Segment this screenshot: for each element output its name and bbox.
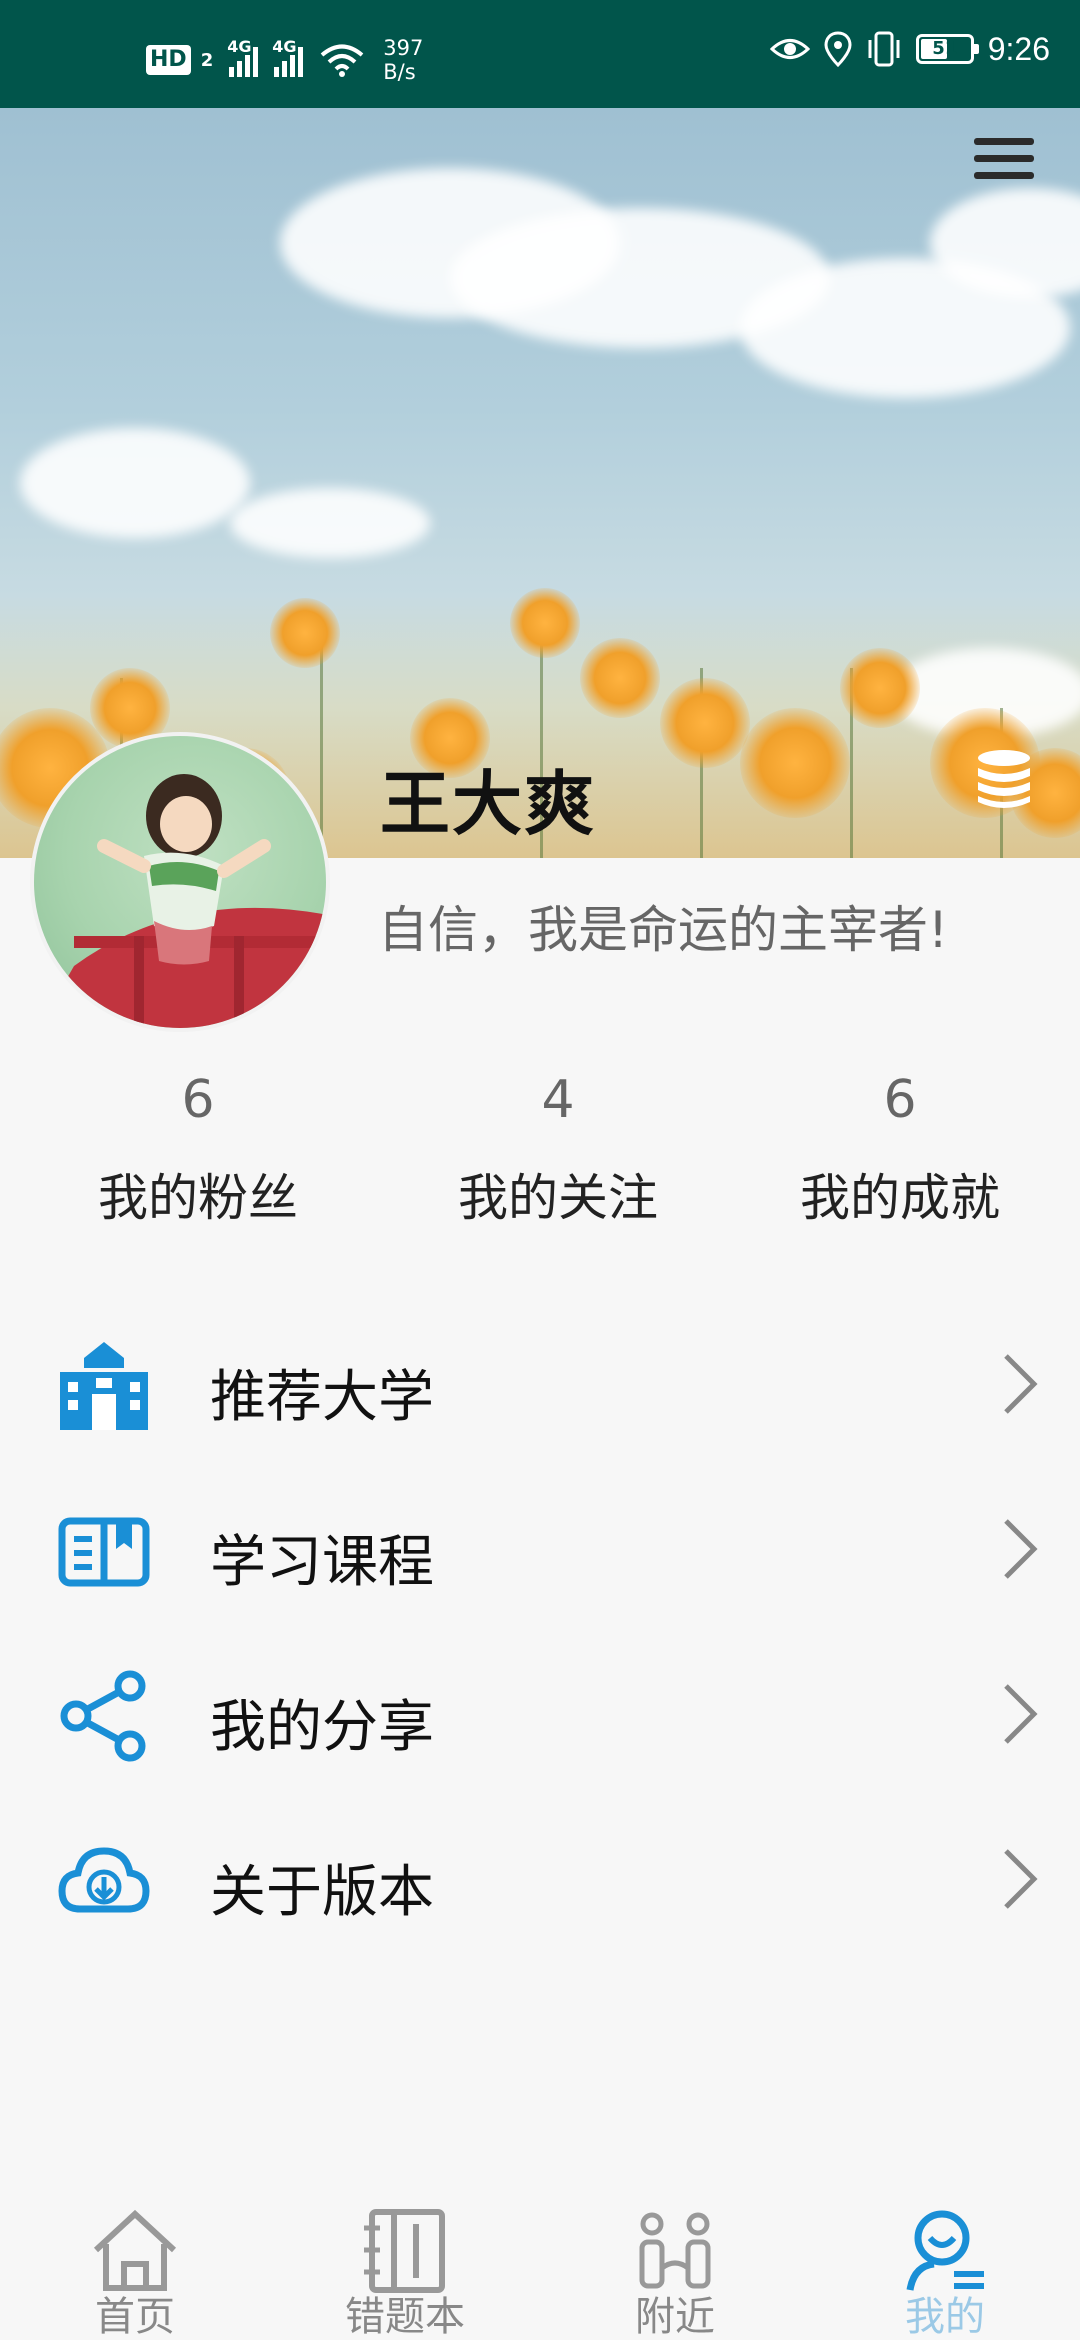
network-speed: 397 B/s: [383, 36, 423, 84]
menu-item-recommend-university[interactable]: 推荐大学: [0, 1300, 1080, 1465]
status-left-group: HD 2 4G 4G 397 B/s: [146, 36, 423, 84]
home-icon: [93, 2209, 177, 2291]
stat-label: 我的粉丝: [98, 1169, 298, 1227]
book-icon: [58, 1517, 150, 1587]
stats-row: 6 我的粉丝 4 我的关注 6 我的成就: [0, 1070, 1080, 1250]
stat-achievements[interactable]: 6 我的成就: [720, 1070, 1080, 1230]
stat-value: 6: [883, 1070, 917, 1130]
nav-mistake-notebook[interactable]: 错题本: [270, 2180, 540, 2340]
network-type-label: 4G: [227, 37, 252, 56]
menu-item-label: 我的分享: [210, 1695, 434, 1760]
user-signature: 自信，我是命运的主宰者!: [378, 901, 949, 959]
notebook-icon: [364, 2209, 445, 2293]
vibrate-icon: [868, 31, 900, 67]
share-icon: [60, 1670, 146, 1762]
battery-icon: 51: [915, 34, 979, 64]
menu-item-label: 推荐大学: [210, 1365, 434, 1430]
network-speed-value: 397: [383, 36, 424, 60]
chevron-right-icon: [1004, 1849, 1038, 1909]
status-bar: HD 2 4G 4G 397 B/s 51 9:26: [0, 0, 1080, 108]
clock: 9:26: [987, 30, 1050, 67]
menu-item-about-version[interactable]: 关于版本: [0, 1795, 1080, 1960]
hamburger-menu-icon[interactable]: [974, 138, 1034, 186]
nav-label: 首页: [95, 2294, 175, 2340]
network-speed-unit: B/s: [383, 60, 416, 84]
bottom-nav: 首页 错题本 附近 我的: [0, 2180, 1080, 2340]
nav-label: 我的: [905, 2294, 985, 2340]
menu-list: 推荐大学 学习课程 我的分享 关于版本: [0, 1300, 1080, 1960]
stat-following[interactable]: 4 我的关注: [378, 1070, 738, 1230]
nav-home[interactable]: 首页: [0, 2180, 270, 2340]
menu-item-learning-courses[interactable]: 学习课程: [0, 1465, 1080, 1630]
sim-number: 2: [200, 49, 214, 71]
cloud-download-icon: [58, 1847, 150, 1913]
status-right-group: 51 9:26: [769, 30, 1050, 68]
nav-nearby[interactable]: 附近: [540, 2180, 810, 2340]
nav-mine[interactable]: 我的: [810, 2180, 1080, 2340]
nav-label: 错题本: [345, 2294, 465, 2340]
stat-label: 我的成就: [800, 1169, 1000, 1227]
battery-level: 51: [932, 38, 958, 59]
profile-icon: [906, 2210, 984, 2291]
stat-value: 6: [181, 1070, 215, 1130]
stat-label: 我的关注: [458, 1169, 658, 1227]
chevron-right-icon: [1004, 1519, 1038, 1579]
avatar-illustration: [38, 774, 326, 1028]
nav-label: 附近: [635, 2294, 715, 2340]
coins-icon[interactable]: [976, 748, 1032, 812]
hd-badge: HD: [146, 45, 191, 75]
cellular-signal-icon: 4G: [227, 37, 259, 77]
stat-fans[interactable]: 6 我的粉丝: [18, 1070, 378, 1230]
eye-comfort-icon: [769, 39, 810, 59]
avatar[interactable]: [30, 732, 330, 1032]
cellular-signal-icon: 4G: [272, 37, 304, 77]
location-icon: [824, 31, 852, 67]
nearby-people-icon: [639, 2212, 711, 2289]
menu-item-label: 学习课程: [210, 1530, 434, 1595]
wifi-icon: [320, 44, 364, 77]
menu-item-my-shares[interactable]: 我的分享: [0, 1630, 1080, 1795]
chevron-right-icon: [1004, 1354, 1038, 1414]
university-icon: [60, 1342, 148, 1430]
chevron-right-icon: [1004, 1684, 1038, 1744]
menu-item-label: 关于版本: [210, 1860, 434, 1925]
network-type-label: 4G: [272, 37, 297, 56]
user-name: 王大爽: [380, 763, 596, 845]
stat-value: 4: [541, 1070, 575, 1130]
